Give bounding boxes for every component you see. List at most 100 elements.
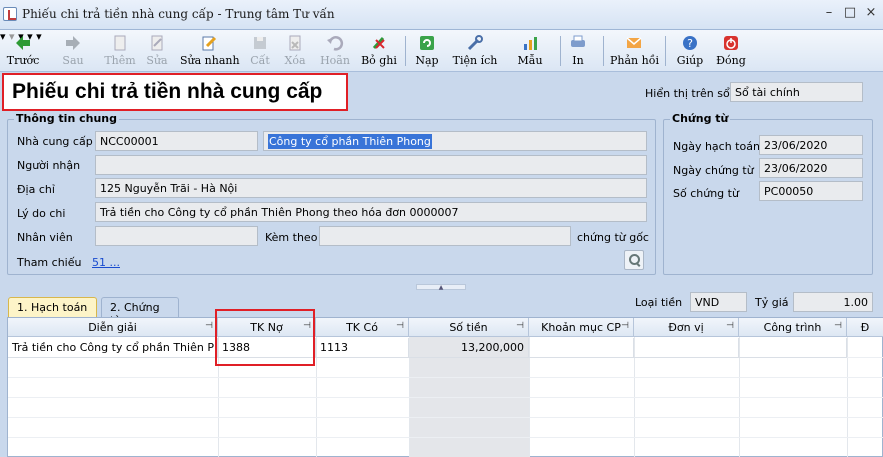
collapse-handle[interactable]: ▲ (416, 284, 466, 291)
close-button[interactable]: Đóng (714, 32, 748, 70)
column-header-project[interactable]: Công trình ⊣ (739, 318, 847, 337)
reference-label: Tham chiếu (17, 256, 82, 269)
utilities-button[interactable]: Tiện ích (452, 32, 498, 70)
reason-field[interactable]: Trả tiền cho Công ty cổ phần Thiên Phong… (95, 202, 647, 222)
grid-line (8, 377, 883, 378)
original-docs-label: chứng từ gốc (577, 231, 649, 244)
column-header-credit-account[interactable]: TK Có ⊣ (316, 318, 409, 337)
exchange-rate-label: Tỷ giá (755, 296, 789, 309)
supplier-name-selection: Công ty cổ phần Thiên Phong (268, 134, 432, 149)
add-button[interactable]: Thêm (102, 32, 138, 70)
delete-document-icon (289, 35, 301, 51)
close-window-button[interactable]: × (862, 5, 880, 21)
column-header-description[interactable]: Diễn giải ⊣ (8, 318, 218, 337)
table-cell-credit-account[interactable]: 1113 (316, 338, 409, 358)
toolbar-separator (665, 36, 666, 66)
accounting-grid: Diễn giải ⊣ TK Nợ ⊣ TK Có ⊣ Số tiền ⊣ Khoản … (7, 317, 883, 457)
reason-label: Lý do chi (17, 207, 66, 220)
window-title: Phiếu chi trả tiền nhà cung cấp - Trung … (22, 7, 335, 21)
tab-accounting[interactable]: 1. Hạch toán (8, 297, 97, 317)
display-on-select[interactable]: Sổ tài chính (730, 82, 863, 102)
table-cell-unit[interactable] (634, 338, 739, 358)
voucher-no-label: Số chứng từ (673, 187, 739, 200)
page-title-box: Phiếu chi trả tiền nhà cung cấp (2, 73, 348, 111)
reference-link[interactable]: 51 ... (92, 256, 120, 269)
power-icon (724, 36, 738, 50)
title-bar: Phiếu chi trả tiền nhà cung cấp - Trung … (0, 0, 883, 30)
receiver-field[interactable] (95, 155, 647, 175)
address-field[interactable]: 125 Nguyễn Trãi - Hà Nội (95, 178, 647, 198)
app-icon (3, 7, 17, 21)
edit-button[interactable]: Sửa (140, 32, 174, 70)
pin-icon[interactable]: ⊣ (621, 321, 629, 331)
employee-label: Nhân viên (17, 231, 73, 244)
refresh-icon (420, 36, 434, 50)
pin-icon[interactable]: ⊣ (834, 321, 842, 331)
table-cell-description[interactable]: Trả tiền cho Công ty cổ phần Thiên Phong (8, 338, 218, 358)
column-header-unit[interactable]: Đơn vị ⊣ (634, 318, 739, 337)
pin-icon[interactable]: ⊣ (396, 321, 404, 331)
posting-date-label: Ngày hạch toán (673, 140, 760, 153)
pin-icon[interactable]: ⊣ (205, 321, 213, 331)
toolbar-separator (560, 36, 561, 66)
page-title: Phiếu chi trả tiền nhà cung cấp (12, 80, 323, 103)
attached-label: Kèm theo (265, 231, 318, 244)
print-button[interactable]: In (566, 32, 590, 70)
back-button[interactable]: Trước (6, 32, 40, 70)
tab-documents[interactable]: 2. Chứng từ (101, 297, 179, 327)
supplier-name-field[interactable]: Công ty cổ phần Thiên Phong (263, 131, 647, 151)
arrow-right-icon (66, 36, 80, 50)
grid-line (8, 437, 883, 438)
delete-button[interactable]: Xóa (280, 32, 310, 70)
exchange-rate-field[interactable]: 1.00 (793, 292, 873, 312)
undo-button[interactable]: Hoãn (318, 32, 352, 70)
minimize-button[interactable]: – (820, 5, 838, 21)
tools-icon (467, 35, 483, 51)
voucher-date-label: Ngày chứng từ (673, 164, 754, 177)
supplier-label: Nhà cung cấp (17, 135, 93, 148)
general-info-legend: Thông tin chung (14, 112, 120, 125)
table-cell-project[interactable] (739, 338, 847, 358)
pencil-document-icon (202, 36, 217, 51)
currency-select[interactable]: VND (690, 292, 747, 312)
currency-label: Loại tiền (635, 296, 683, 309)
help-button[interactable]: ? Giúp (674, 32, 706, 70)
column-header-expense-item[interactable]: Khoản mục CP ⊣ (529, 318, 634, 337)
maximize-button[interactable]: □ (841, 5, 859, 21)
supplier-code-field[interactable]: NCC00001 (95, 131, 258, 151)
undo-icon (327, 36, 344, 51)
unpost-pencil-icon (372, 36, 385, 50)
address-label: Địa chỉ (17, 183, 55, 196)
toolbar-separator (405, 36, 406, 66)
voucher-no-field[interactable]: PC00050 (759, 181, 863, 201)
svg-text:?: ? (687, 37, 693, 50)
table-cell-expense-item[interactable] (529, 338, 634, 358)
attached-field[interactable] (319, 226, 571, 246)
reload-button[interactable]: Nạp (412, 32, 442, 70)
next-button[interactable]: Sau (56, 32, 90, 70)
toolbar: Trước ▾ Sau ▾ Thêm Sửa Sửa nhanh Cất Xóa… (0, 30, 883, 72)
column-header-amount[interactable]: Số tiền ⊣ (409, 318, 529, 337)
debit-account-highlight (215, 309, 315, 366)
quick-edit-button[interactable]: Sửa nhanh (180, 32, 240, 70)
unpost-button[interactable]: Bỏ ghi (360, 32, 398, 70)
feedback-button[interactable]: Phản hồi (610, 32, 659, 70)
search-icon[interactable] (624, 250, 644, 270)
new-document-icon (114, 35, 126, 51)
pin-icon[interactable]: ⊣ (726, 321, 734, 331)
employee-field[interactable] (95, 226, 258, 246)
pin-icon[interactable]: ⊣ (516, 321, 524, 331)
receiver-label: Người nhận (17, 159, 81, 172)
edit-document-icon (151, 35, 163, 51)
voucher-date-field[interactable]: 23/06/2020 (759, 158, 863, 178)
column-header-extra[interactable]: Đ (847, 318, 883, 337)
grid-line (8, 417, 883, 418)
back-dropdown-icon[interactable]: ▾ (0, 30, 6, 43)
posting-date-field[interactable]: 23/06/2020 (759, 135, 863, 155)
template-button[interactable]: Mẫu (512, 32, 548, 70)
floppy-disk-icon (254, 37, 266, 49)
printer-icon (571, 35, 585, 47)
envelope-icon (626, 37, 642, 48)
save-button[interactable]: Cất (246, 32, 274, 70)
table-cell-amount[interactable]: 13,200,000 (409, 338, 529, 358)
